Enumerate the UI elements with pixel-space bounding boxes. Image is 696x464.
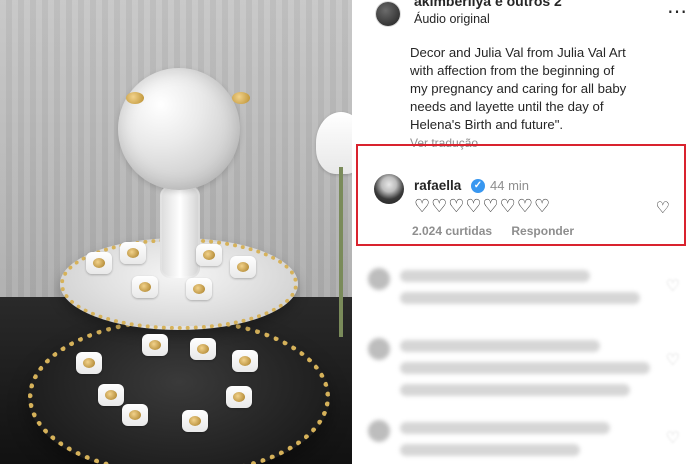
caption-line: Helena's Birth and future". — [410, 117, 564, 132]
bonbon — [122, 404, 148, 426]
caption-line: needs and layette until the day of — [410, 99, 604, 114]
bonbon — [98, 384, 124, 406]
blurred-line — [400, 362, 650, 374]
blurred-heart-icon: ♡ — [665, 278, 680, 295]
tray-stem — [160, 186, 200, 278]
heart-outline-icon[interactable]: ♡ — [656, 198, 670, 218]
blurred-line — [400, 270, 590, 282]
caption-line: my pregnancy and caring for all baby — [410, 81, 627, 96]
highlighted-comment: rafaella ✓ 44 min ♡♡♡♡♡♡♡♡ ♡ 2.024 curti… — [356, 144, 686, 246]
bonbon — [186, 278, 212, 300]
audio-label[interactable]: Áudio original — [414, 12, 490, 26]
bonbon — [142, 334, 168, 356]
post-header: akimberliya e outros 2 Áudio original ⋯ — [352, 0, 696, 30]
blurred-avatar — [368, 268, 390, 290]
lily-stem — [339, 167, 343, 337]
comment-text: ♡♡♡♡♡♡♡♡ — [414, 196, 552, 216]
blurred-comments: ♡ ♡ ♡ — [352, 252, 696, 464]
gold-bird-ornament — [232, 92, 250, 104]
blurred-line — [400, 422, 610, 434]
bonbon — [86, 252, 112, 274]
bonbon — [226, 386, 252, 408]
glass-globe — [118, 68, 240, 190]
commenter-avatar[interactable] — [374, 174, 404, 204]
bonbon — [120, 242, 146, 264]
blurred-line — [400, 292, 640, 304]
commenter-username[interactable]: rafaella — [414, 178, 461, 193]
comment-meta: 2.024 curtidas Responder — [412, 224, 590, 238]
bonbon — [232, 350, 258, 372]
caption-line: Decor and Julia Val from Julia Val Art — [410, 45, 626, 60]
bonbon — [230, 256, 256, 278]
more-options-icon[interactable]: ⋯ — [667, 0, 688, 24]
author-avatar[interactable] — [376, 2, 400, 26]
bonbon — [132, 276, 158, 298]
gold-bird-ornament — [126, 92, 144, 104]
author-username[interactable]: akimberliya e outros 2 — [414, 0, 562, 9]
reply-button[interactable]: Responder — [511, 224, 574, 238]
blurred-avatar — [368, 338, 390, 360]
bonbon — [196, 244, 222, 266]
blurred-heart-icon: ♡ — [665, 352, 680, 369]
verified-check-icon: ✓ — [471, 179, 485, 193]
comment-time: 44 min — [490, 178, 530, 193]
post-caption: Decor and Julia Val from Julia Val Art w… — [410, 44, 694, 134]
caption-line: with affection from the beginning of — [410, 63, 615, 78]
blurred-line — [400, 444, 580, 456]
calla-lily-decoration — [306, 112, 352, 337]
blurred-line — [400, 340, 600, 352]
blurred-line — [400, 384, 630, 396]
bonbon — [190, 338, 216, 360]
bonbon — [182, 410, 208, 432]
blurred-avatar — [368, 420, 390, 442]
blurred-heart-icon: ♡ — [665, 430, 680, 447]
likes-count[interactable]: 2.024 curtidas — [412, 224, 492, 238]
comments-panel: akimberliya e outros 2 Áudio original ⋯ … — [352, 0, 696, 464]
bonbon — [76, 352, 102, 374]
post-photo — [0, 0, 352, 464]
lily-petal — [316, 112, 352, 174]
lower-tray — [28, 318, 330, 464]
